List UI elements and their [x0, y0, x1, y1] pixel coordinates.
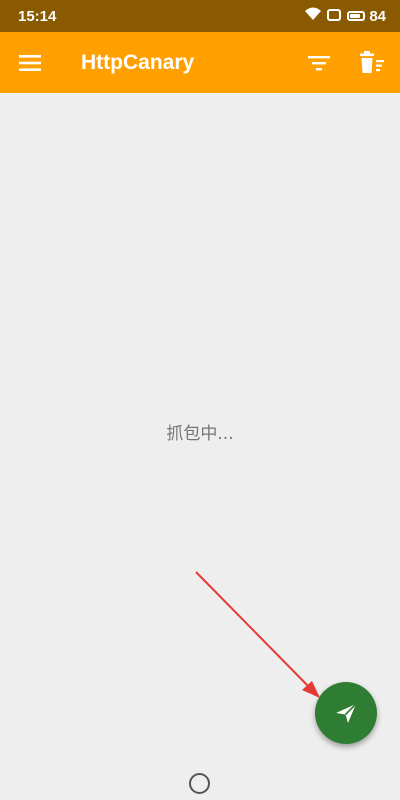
menu-icon [19, 55, 41, 71]
status-icons: 84 [305, 7, 386, 25]
filter-button[interactable] [304, 48, 334, 78]
delete-icon [360, 51, 384, 73]
send-fab-button[interactable] [315, 682, 377, 744]
wifi-icon [305, 7, 322, 25]
battery-indicator: 84 [347, 8, 386, 25]
status-time: 15:14 [18, 7, 57, 25]
menu-button[interactable] [16, 49, 44, 77]
home-button[interactable] [189, 773, 210, 794]
screen: 15:14 84 HttpCanary 抓包中... [0, 0, 400, 800]
filter-icon [308, 56, 330, 71]
capturing-status-text: 抓包中... [166, 424, 234, 444]
app-bar: HttpCanary [0, 32, 400, 93]
status-bar: 15:14 84 [0, 0, 400, 32]
annotation-arrow [195, 571, 320, 698]
send-icon [336, 703, 357, 723]
notification-icon [327, 8, 342, 25]
delete-button[interactable] [356, 47, 388, 79]
app-title: HttpCanary [81, 51, 195, 74]
battery-level: 84 [369, 7, 386, 25]
battery-icon [347, 11, 366, 21]
